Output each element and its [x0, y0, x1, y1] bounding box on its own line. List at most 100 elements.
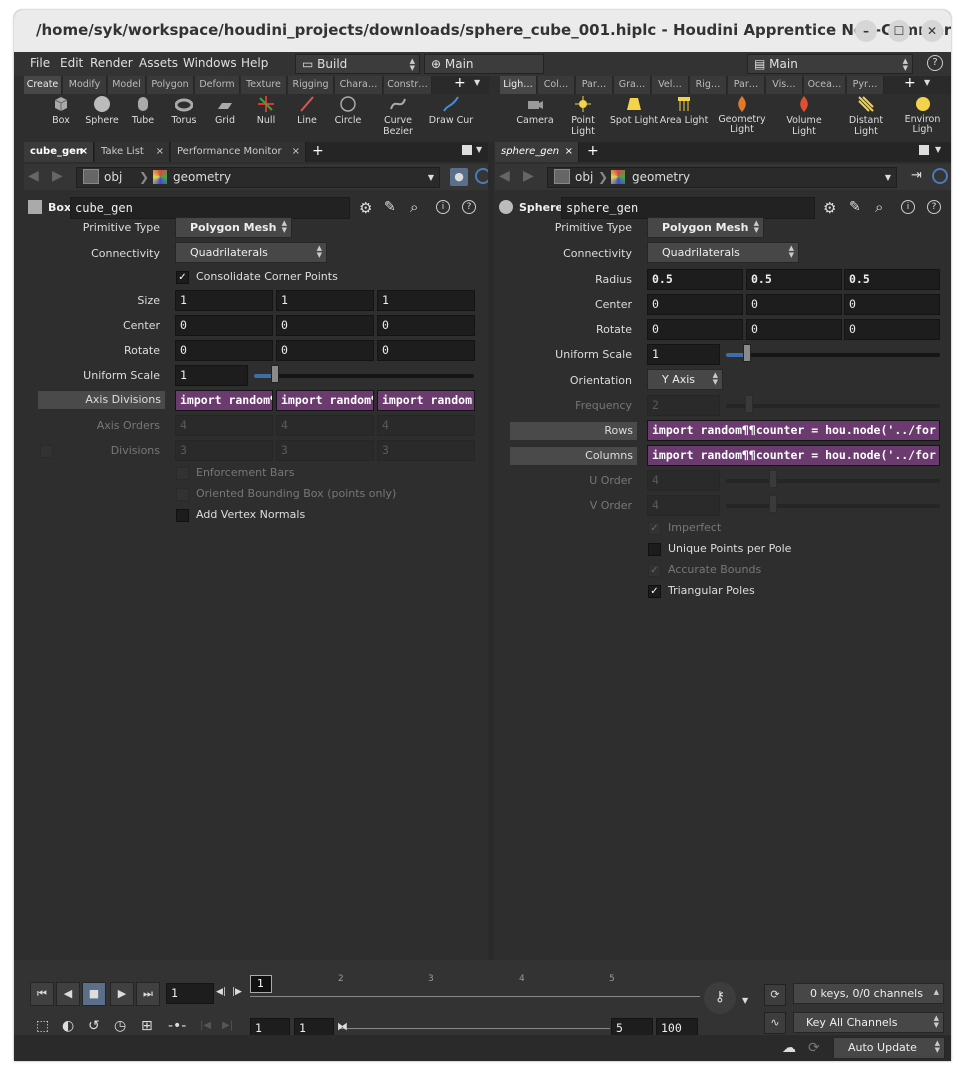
range-start-handle[interactable]: ⧓ — [337, 1020, 348, 1033]
uniform-scale-field[interactable]: 1 — [647, 344, 720, 365]
rotate-x[interactable]: 0 — [175, 340, 273, 361]
select-tool-icon[interactable]: ⬚ — [36, 1018, 49, 1034]
pane-maximize-icon[interactable] — [919, 145, 929, 155]
rotate-y[interactable]: 0 — [746, 319, 842, 340]
center-x[interactable]: 0 — [175, 315, 273, 336]
v-order-field[interactable]: 4 — [647, 495, 720, 516]
back-arrow-icon[interactable]: ◀ — [499, 168, 510, 184]
next-key-icon[interactable]: ▶| — [222, 1020, 233, 1031]
tab-sphere-gen[interactable]: sphere_gen × — [495, 142, 579, 162]
shelf-tab-constraints[interactable]: Constr… — [384, 76, 432, 94]
add-shelf-right-icon[interactable]: + — [904, 75, 916, 91]
pin-icon[interactable]: ⇥ — [911, 168, 922, 183]
minimize-button[interactable]: – — [855, 20, 877, 42]
tool-volume-light[interactable]: Volume Light — [780, 95, 828, 137]
pane-menu-icon[interactable]: ▼ — [476, 145, 482, 154]
range-icon[interactable]: ⊞ — [141, 1018, 153, 1034]
close-tab-icon[interactable]: × — [80, 142, 88, 162]
help-icon[interactable]: ? — [927, 55, 943, 71]
divisions-y[interactable]: 3 — [276, 440, 374, 461]
shelf-tab-modify[interactable]: Modify — [63, 76, 107, 94]
frequency-field[interactable]: 2 — [647, 395, 720, 416]
brush-icon[interactable]: ✎ — [384, 199, 396, 215]
center-y[interactable]: 0 — [276, 315, 374, 336]
tool-geometry-light[interactable]: Geometry Light — [717, 95, 767, 135]
uniform-scale-knob[interactable] — [743, 344, 751, 362]
radius-y[interactable]: 0.5 — [746, 269, 842, 290]
jump-start-button[interactable]: ⏮ — [30, 982, 54, 1006]
size-z[interactable]: 1 — [377, 290, 475, 311]
search-icon[interactable]: ⌕ — [410, 198, 418, 216]
u-order-field[interactable]: 4 — [647, 470, 720, 491]
shelf-tab-rigging[interactable]: Rigging — [288, 76, 334, 94]
pin-icon[interactable]: ● — [450, 168, 468, 186]
v-order-slider[interactable] — [726, 504, 940, 508]
tool-point-light[interactable]: Point Light — [558, 95, 608, 137]
shelf-tab-rigid[interactable]: Rig… — [690, 76, 727, 94]
center-x[interactable]: 0 — [647, 294, 743, 315]
size-y[interactable]: 1 — [276, 290, 374, 311]
orientation-menu[interactable]: Y Axis ▲ ▼ — [647, 369, 723, 390]
axis-orders-y[interactable]: 4 — [276, 415, 374, 436]
auto-update-menu[interactable]: Auto Update ▲ ▼ — [833, 1037, 945, 1059]
tool-curve-bezier[interactable]: Curve Bezier — [373, 95, 423, 137]
shelf-menu-icon[interactable]: ▼ — [474, 78, 480, 87]
path-geometry[interactable]: geometry — [173, 168, 231, 187]
context-dropdown[interactable]: ⊕ Main — [424, 54, 544, 74]
pane-divider[interactable] — [488, 142, 494, 962]
center-z[interactable]: 0 — [377, 315, 475, 336]
axis-divisions-z[interactable]: import random — [377, 390, 475, 411]
tool-spot-light[interactable]: Spot Light — [609, 95, 659, 126]
tool-environment-light[interactable]: Environ Ligh — [900, 95, 945, 135]
search-icon[interactable]: ⌕ — [875, 198, 883, 216]
node-name-field[interactable]: cube_gen — [70, 197, 350, 219]
add-tab-icon[interactable]: + — [587, 143, 599, 159]
menu-edit[interactable]: Edit — [60, 56, 83, 70]
shelf-tab-oceans[interactable]: Ocea… — [804, 76, 846, 94]
rotate-z[interactable]: 0 — [377, 340, 475, 361]
help-icon[interactable]: ? — [927, 200, 941, 214]
play-reverse-button[interactable]: ◀ — [56, 982, 80, 1006]
info-icon[interactable]: i — [436, 200, 450, 214]
key-menu-icon[interactable]: ▼ — [742, 996, 748, 1005]
gear-icon[interactable]: ⚙ — [359, 199, 372, 217]
loop-icon[interactable]: ↺ — [88, 1018, 100, 1034]
radius-x[interactable]: 0.5 — [647, 269, 743, 290]
menu-assets[interactable]: Assets — [139, 56, 178, 70]
help-icon[interactable]: ? — [462, 200, 476, 214]
shelf-tab-pyro[interactable]: Pyr… — [847, 76, 884, 94]
brush-icon[interactable]: ✎ — [849, 199, 861, 215]
imperfect-checkbox[interactable]: ✓ — [648, 522, 661, 535]
divisions-z[interactable]: 3 — [377, 440, 475, 461]
tool-draw-curve[interactable]: Draw Cur — [426, 95, 476, 126]
pane-menu-icon[interactable]: ▼ — [935, 145, 941, 154]
back-arrow-icon[interactable]: ◀ — [28, 168, 39, 184]
tab-performance-monitor[interactable]: Performance Monitor × — [171, 142, 306, 162]
shelf-tab-grains[interactable]: Gra… — [614, 76, 651, 94]
forward-arrow-icon[interactable]: ▶ — [52, 168, 63, 184]
consolidate-checkbox[interactable]: ✓ — [176, 271, 189, 284]
uniform-scale-field[interactable]: 1 — [175, 365, 248, 386]
shelf-tab-model[interactable]: Model — [108, 76, 146, 94]
current-frame-field[interactable]: 1 — [166, 983, 214, 1004]
accurate-bounds-checkbox[interactable]: ✓ — [648, 564, 661, 577]
triangular-poles-checkbox[interactable]: ✓ — [648, 585, 661, 598]
vertex-normals-checkbox[interactable] — [176, 509, 189, 522]
path-dropdown-icon[interactable]: ▼ — [885, 168, 891, 187]
key-all-channels-menu[interactable]: Key All Channels ▲ ▼ — [793, 1012, 944, 1033]
frequency-slider[interactable] — [726, 404, 940, 408]
axis-orders-x[interactable]: 4 — [175, 415, 273, 436]
path-obj[interactable]: obj — [104, 168, 122, 187]
menu-help[interactable]: Help — [241, 56, 268, 70]
step-back-icon[interactable]: ◀| — [216, 987, 226, 997]
keys-refresh-icon[interactable]: ⟳ — [764, 984, 786, 1006]
play-forward-button[interactable]: ▶ — [110, 982, 134, 1006]
uniform-scale-knob[interactable] — [271, 365, 279, 383]
close-button[interactable]: ✕ — [921, 20, 943, 42]
shelf-tab-deform[interactable]: Deform — [195, 76, 240, 94]
realtime-icon[interactable]: ◷ — [114, 1018, 126, 1034]
frequency-knob[interactable] — [745, 395, 753, 413]
connectivity-menu[interactable]: Quadrilaterals ▲ ▼ — [647, 242, 799, 263]
menu-file[interactable]: File — [30, 56, 50, 70]
v-order-knob[interactable] — [769, 495, 777, 513]
